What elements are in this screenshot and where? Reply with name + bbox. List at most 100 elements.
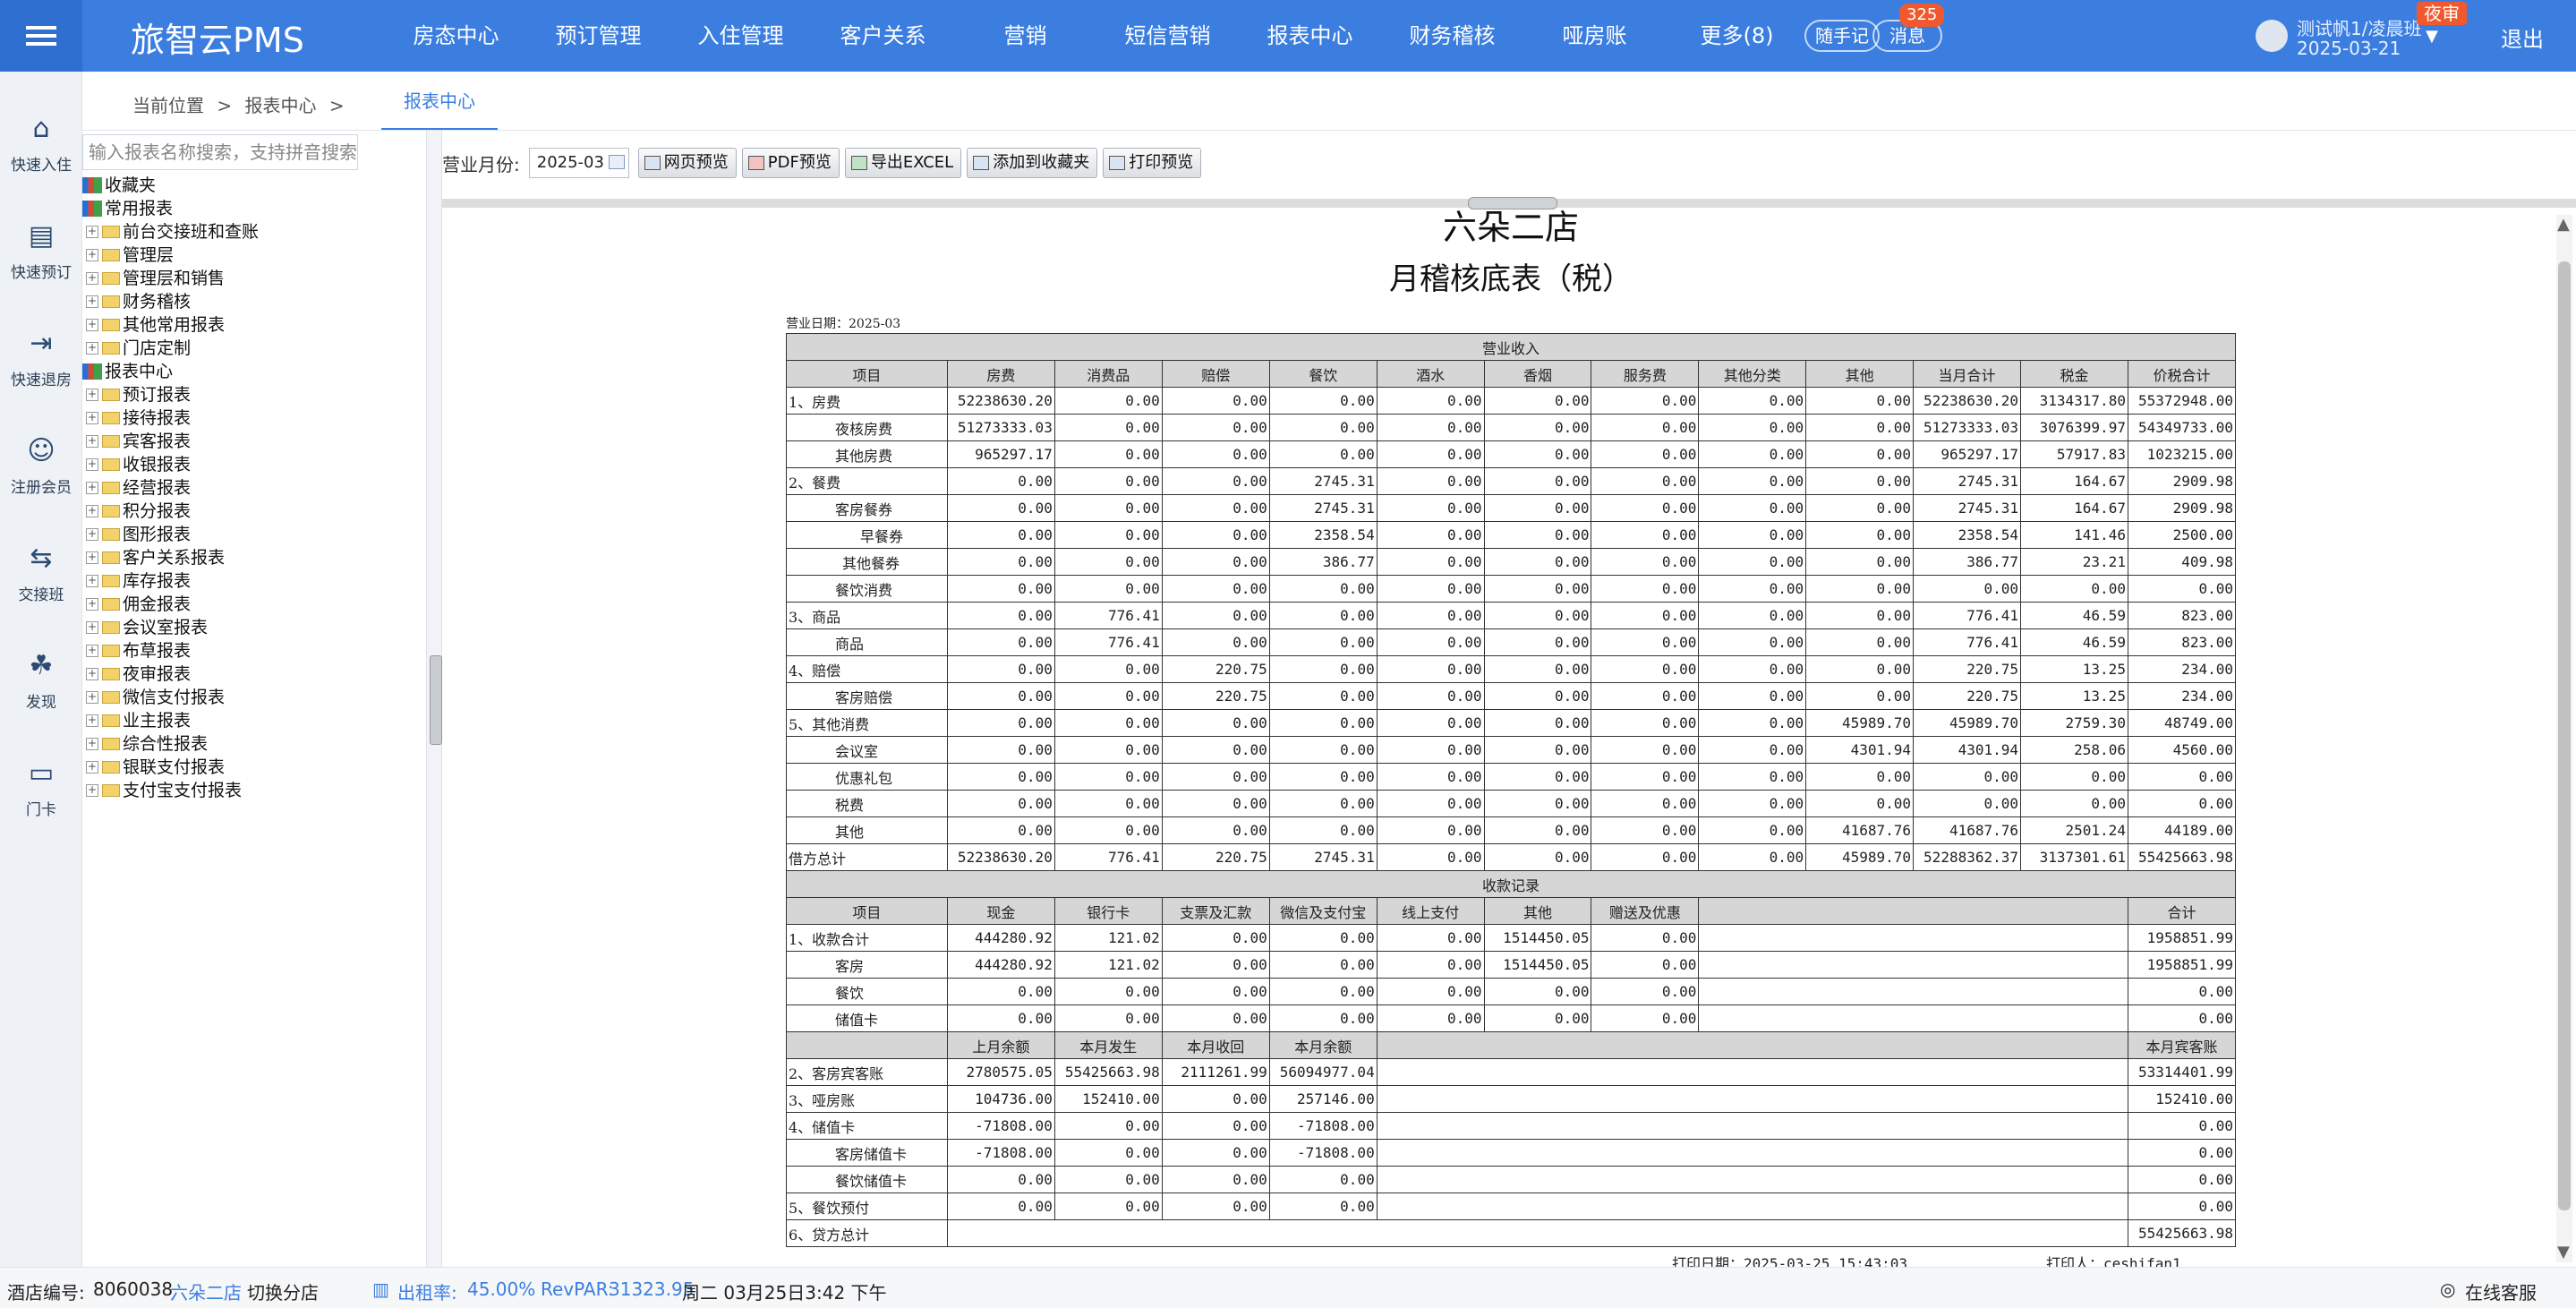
expand-icon[interactable]: + <box>86 575 98 587</box>
nav-item[interactable]: 营销 <box>954 0 1096 72</box>
tree-node[interactable]: + 布草报表 <box>82 639 422 663</box>
tree-node[interactable]: + 管理层 <box>82 244 422 267</box>
nav-item[interactable]: 哑房账 <box>1523 0 1666 72</box>
tree-node[interactable]: + 前台交接班和查账 <box>82 220 422 244</box>
nav-item[interactable]: 入住管理 <box>670 0 812 72</box>
expand-icon[interactable]: + <box>86 784 98 797</box>
expand-icon[interactable]: + <box>86 295 98 308</box>
expand-icon[interactable]: + <box>86 528 98 541</box>
avatar[interactable] <box>2256 20 2288 52</box>
table-row: 1、房费 52238630.20 0.00 0.00 0.00 0.00 0.00 0.00 0… <box>786 387 2237 415</box>
tree-node[interactable]: + 积分报表 <box>82 500 422 523</box>
switch-branch-link[interactable]: 切换分店 <box>247 1278 319 1304</box>
memo-button[interactable]: 随手记 <box>1804 20 1880 52</box>
expand-icon[interactable]: + <box>86 668 98 680</box>
calendar-icon[interactable] <box>608 155 625 169</box>
row-label: 5、餐饮预付 <box>786 1193 948 1220</box>
expand-icon[interactable]: + <box>86 226 98 238</box>
tree-node[interactable]: 常用报表 <box>82 197 422 220</box>
month-input[interactable]: 2025-03 <box>528 148 629 178</box>
expand-icon[interactable]: + <box>86 319 98 331</box>
nav-item[interactable]: 财务稽核 <box>1381 0 1523 72</box>
expand-icon[interactable]: + <box>86 272 98 285</box>
night-audit-badge[interactable]: 夜审 <box>2417 2 2467 25</box>
tree-node[interactable]: + 佣金报表 <box>82 593 422 616</box>
tree-node[interactable]: + 财务稽核 <box>82 290 422 313</box>
nav-item[interactable]: 报表中心 <box>1239 0 1381 72</box>
expand-icon[interactable]: + <box>86 342 98 355</box>
tree-node[interactable]: + 接待报表 <box>82 406 422 430</box>
tree-node[interactable]: + 客户关系报表 <box>82 546 422 569</box>
tree-node[interactable]: + 收银报表 <box>82 453 422 476</box>
top-nav: 房态中心 预订管理 入住管理 客户关系 营销 短信营销 报表中心 财务稽核 哑房账 更多(8) <box>385 0 1808 72</box>
tree-node[interactable]: + 其他常用报表 <box>82 313 422 337</box>
scroll-up-arrow-icon[interactable]: ▲ <box>2557 215 2570 234</box>
expand-icon[interactable]: + <box>86 645 98 657</box>
expand-icon[interactable]: + <box>86 458 98 471</box>
tree-node[interactable]: + 银联支付报表 <box>82 756 422 779</box>
nav-item[interactable]: 更多(8) <box>1666 0 1808 72</box>
sidebar-item[interactable]: ☘ 发现 <box>0 648 82 712</box>
breadcrumb-item[interactable]: 报表中心 <box>244 95 316 116</box>
export-excel-button[interactable]: 导出EXCEL <box>844 148 962 178</box>
sidebar-item[interactable]: ☺ 注册会员 <box>0 433 82 497</box>
tree-node[interactable]: + 管理层和销售 <box>82 267 422 290</box>
add-favorite-button[interactable]: 添加到收藏夹 <box>967 148 1098 178</box>
expand-icon[interactable]: + <box>86 714 98 727</box>
tree-node-label: 布草报表 <box>123 641 192 661</box>
expand-icon[interactable]: + <box>86 738 98 750</box>
tree-node[interactable]: + 微信支付报表 <box>82 686 422 709</box>
sidebar-item[interactable]: ⌂ 快速入住 <box>0 111 82 175</box>
tree-node[interactable]: + 业主报表 <box>82 709 422 732</box>
tree-node[interactable]: + 图形报表 <box>82 523 422 546</box>
expand-icon[interactable]: + <box>86 482 98 494</box>
nav-item[interactable]: 房态中心 <box>385 0 527 72</box>
expand-icon[interactable]: + <box>86 761 98 774</box>
scrollbar-thumb[interactable] <box>2558 261 2571 1210</box>
print-preview-button[interactable]: 打印预览 <box>1103 148 1202 178</box>
pdf-preview-button[interactable]: PDF预览 <box>741 148 840 178</box>
tree-node[interactable]: + 综合性报表 <box>82 732 422 756</box>
logout-link[interactable]: 退出 <box>2501 21 2544 53</box>
tree-node[interactable]: 报表中心 <box>82 360 422 383</box>
report-search-input[interactable]: 输入报表名称搜索，支持拼音搜索 <box>82 134 358 170</box>
expand-icon[interactable]: + <box>86 505 98 517</box>
expand-icon[interactable]: + <box>86 389 98 401</box>
tree-node[interactable]: 收藏夹 <box>82 174 422 197</box>
tree-node[interactable]: + 经营报表 <box>82 476 422 500</box>
tree-node[interactable]: + 夜审报表 <box>82 663 422 686</box>
expand-icon[interactable]: + <box>86 621 98 634</box>
chevron-down-icon[interactable]: ▼ <box>2426 27 2438 46</box>
expand-icon[interactable]: + <box>86 551 98 564</box>
expand-icon[interactable]: + <box>86 412 98 424</box>
expand-icon[interactable]: + <box>86 435 98 448</box>
web-preview-button[interactable]: 网页预览 <box>637 148 737 178</box>
collapse-handle[interactable] <box>430 655 442 745</box>
tree-node[interactable]: + 宾客报表 <box>82 430 422 453</box>
sidebar-item[interactable]: ▤ 快速预订 <box>0 218 82 282</box>
nav-item[interactable]: 客户关系 <box>812 0 954 72</box>
sidebar-item[interactable]: ⇥ 快速退房 <box>0 326 82 389</box>
nav-item[interactable]: 预订管理 <box>527 0 670 72</box>
tree-node[interactable]: + 库存报表 <box>82 569 422 593</box>
online-support-link[interactable]: 在线客服 <box>2465 1278 2537 1304</box>
nav-item[interactable]: 短信营销 <box>1096 0 1239 72</box>
user-name[interactable]: 测试帆1/凌晨班 <box>2297 14 2421 40</box>
table-cell: 0.00 <box>1376 655 1485 683</box>
tree-node[interactable]: + 支付宝支付报表 <box>82 779 422 802</box>
expand-icon[interactable]: + <box>86 598 98 611</box>
tab-report-center[interactable]: 报表中心 <box>381 72 498 131</box>
tree-node[interactable]: + 会议室报表 <box>82 616 422 639</box>
status-bar: 酒店编号: 8060038 六朵二店 切换分店 ▥ 出租率: 45.00% Re… <box>0 1267 2576 1308</box>
tree-node[interactable]: + 门店定制 <box>82 337 422 360</box>
tree-node[interactable]: + 预订报表 <box>82 383 422 406</box>
sidebar-item[interactable]: ▭ 门卡 <box>0 756 82 819</box>
expand-icon[interactable]: + <box>86 691 98 704</box>
table-cell: 0.00 <box>1591 978 1700 1005</box>
sidebar-item[interactable]: ⇆ 交接班 <box>0 541 82 604</box>
expand-icon[interactable]: + <box>86 249 98 261</box>
scroll-down-arrow-icon[interactable]: ▼ <box>2557 1243 2570 1261</box>
menu-toggle-button[interactable] <box>0 0 82 72</box>
table-row: 客房赔偿 0.00 0.00 220.75 0.00 0.00 0.00 0.00 0.00 0.… <box>786 682 2237 710</box>
table-cell: 0.00 <box>1053 1139 1163 1167</box>
